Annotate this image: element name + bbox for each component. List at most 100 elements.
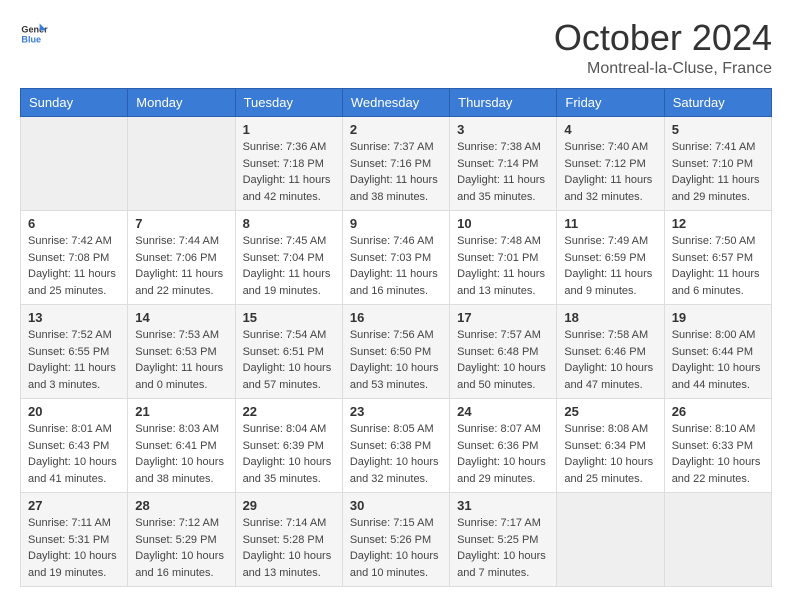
day-number: 26	[672, 404, 764, 419]
calendar-week-row: 13Sunrise: 7:52 AMSunset: 6:55 PMDayligh…	[21, 305, 772, 399]
calendar-day-cell: 11 Sunrise: 7:49 AMSunset: 6:59 PMDayligh…	[557, 211, 664, 305]
day-info: Sunrise: 7:58 AMSunset: 6:46 PMDaylight:…	[564, 327, 656, 393]
day-number: 16	[350, 310, 442, 325]
day-info: Sunrise: 7:46 AMSunset: 7:03 PMDaylight:…	[350, 233, 442, 299]
calendar-day-cell: 28Sunrise: 7:12 AMSunset: 5:29 PMDayligh…	[128, 493, 235, 587]
day-info: Sunrise: 7:54 AMSunset: 6:51 PMDaylight:…	[243, 327, 335, 393]
day-number: 20	[28, 404, 120, 419]
calendar-week-row: 27 Sunrise: 7:11 AMSunset: 5:31 PMDayligh…	[21, 493, 772, 587]
day-number: 21	[135, 404, 227, 419]
day-number: 8	[243, 216, 335, 231]
day-number: 2	[350, 122, 442, 137]
col-wednesday: Wednesday	[342, 89, 449, 117]
calendar-week-row: 1Sunrise: 7:36 AMSunset: 7:18 PMDaylight…	[21, 117, 772, 211]
col-thursday: Thursday	[450, 89, 557, 117]
calendar-day-cell	[21, 117, 128, 211]
day-number: 31	[457, 498, 549, 513]
day-info: Sunrise: 7:57 AMSunset: 6:48 PMDaylight:…	[457, 327, 549, 393]
calendar-day-cell	[664, 493, 771, 587]
day-number: 12	[672, 216, 764, 231]
calendar-day-cell: 8 Sunrise: 7:45 AMSunset: 7:04 PMDaylight…	[235, 211, 342, 305]
day-number: 17	[457, 310, 549, 325]
day-number: 19	[672, 310, 764, 325]
calendar-day-cell	[557, 493, 664, 587]
calendar-day-cell: 31Sunrise: 7:17 AMSunset: 5:25 PMDayligh…	[450, 493, 557, 587]
calendar-day-cell: 29Sunrise: 7:14 AMSunset: 5:28 PMDayligh…	[235, 493, 342, 587]
day-number: 30	[350, 498, 442, 513]
day-info: Sunrise: 7:45 AMSunset: 7:04 PMDaylight:…	[243, 233, 335, 299]
calendar-week-row: 20 Sunrise: 8:01 AMSunset: 6:43 PMDayligh…	[21, 399, 772, 493]
calendar-day-cell: 17 Sunrise: 7:57 AMSunset: 6:48 PMDayligh…	[450, 305, 557, 399]
day-info: Sunrise: 7:44 AMSunset: 7:06 PMDaylight:…	[135, 233, 227, 299]
calendar-day-cell: 3 Sunrise: 7:38 AMSunset: 7:14 PMDaylight…	[450, 117, 557, 211]
logo-icon: General Blue	[20, 20, 48, 48]
day-number: 25	[564, 404, 656, 419]
day-number: 29	[243, 498, 335, 513]
calendar-day-cell: 23 Sunrise: 8:05 AMSunset: 6:38 PMDayligh…	[342, 399, 449, 493]
calendar-day-cell: 12Sunrise: 7:50 AMSunset: 6:57 PMDayligh…	[664, 211, 771, 305]
day-number: 7	[135, 216, 227, 231]
day-info: Sunrise: 7:48 AMSunset: 7:01 PMDaylight:…	[457, 233, 549, 299]
day-info: Sunrise: 7:40 AMSunset: 7:12 PMDaylight:…	[564, 139, 656, 205]
day-number: 11	[564, 216, 656, 231]
day-info: Sunrise: 8:01 AMSunset: 6:43 PMDaylight:…	[28, 421, 120, 487]
day-number: 27	[28, 498, 120, 513]
day-info: Sunrise: 8:08 AMSunset: 6:34 PMDaylight:…	[564, 421, 656, 487]
day-info: Sunrise: 8:10 AMSunset: 6:33 PMDaylight:…	[672, 421, 764, 487]
calendar-day-cell: 16 Sunrise: 7:56 AMSunset: 6:50 PMDayligh…	[342, 305, 449, 399]
day-number: 14	[135, 310, 227, 325]
calendar-day-cell: 26 Sunrise: 8:10 AMSunset: 6:33 PMDayligh…	[664, 399, 771, 493]
col-tuesday: Tuesday	[235, 89, 342, 117]
day-number: 13	[28, 310, 120, 325]
calendar-day-cell: 10 Sunrise: 7:48 AMSunset: 7:01 PMDayligh…	[450, 211, 557, 305]
calendar-day-cell: 4 Sunrise: 7:40 AMSunset: 7:12 PMDaylight…	[557, 117, 664, 211]
location-subtitle: Montreal-la-Cluse, France	[554, 60, 772, 78]
calendar-day-cell: 24Sunrise: 8:07 AMSunset: 6:36 PMDayligh…	[450, 399, 557, 493]
day-number: 23	[350, 404, 442, 419]
day-info: Sunrise: 8:04 AMSunset: 6:39 PMDaylight:…	[243, 421, 335, 487]
title-section: October 2024 Montreal-la-Cluse, France	[554, 20, 772, 78]
calendar-day-cell: 9 Sunrise: 7:46 AMSunset: 7:03 PMDaylight…	[342, 211, 449, 305]
calendar-day-cell: 14Sunrise: 7:53 AMSunset: 6:53 PMDayligh…	[128, 305, 235, 399]
day-number: 18	[564, 310, 656, 325]
day-info: Sunrise: 7:12 AMSunset: 5:29 PMDaylight:…	[135, 515, 227, 581]
day-info: Sunrise: 8:03 AMSunset: 6:41 PMDaylight:…	[135, 421, 227, 487]
page-header: General Blue October 2024 Montreal-la-Cl…	[20, 20, 772, 78]
day-number: 5	[672, 122, 764, 137]
day-number: 1	[243, 122, 335, 137]
day-info: Sunrise: 8:05 AMSunset: 6:38 PMDaylight:…	[350, 421, 442, 487]
day-info: Sunrise: 7:11 AMSunset: 5:31 PMDaylight:…	[28, 515, 120, 581]
col-monday: Monday	[128, 89, 235, 117]
day-info: Sunrise: 7:56 AMSunset: 6:50 PMDaylight:…	[350, 327, 442, 393]
calendar-day-cell: 6 Sunrise: 7:42 AMSunset: 7:08 PMDaylight…	[21, 211, 128, 305]
calendar-table: Sunday Monday Tuesday Wednesday Thursday…	[20, 88, 772, 587]
day-number: 6	[28, 216, 120, 231]
day-info: Sunrise: 7:37 AMSunset: 7:16 PMDaylight:…	[350, 139, 442, 205]
calendar-week-row: 6 Sunrise: 7:42 AMSunset: 7:08 PMDaylight…	[21, 211, 772, 305]
svg-text:Blue: Blue	[21, 34, 41, 44]
calendar-day-cell: 2 Sunrise: 7:37 AMSunset: 7:16 PMDaylight…	[342, 117, 449, 211]
day-number: 3	[457, 122, 549, 137]
calendar-day-cell: 13Sunrise: 7:52 AMSunset: 6:55 PMDayligh…	[21, 305, 128, 399]
day-info: Sunrise: 8:00 AMSunset: 6:44 PMDaylight:…	[672, 327, 764, 393]
calendar-day-cell: 25 Sunrise: 8:08 AMSunset: 6:34 PMDayligh…	[557, 399, 664, 493]
calendar-day-cell: 7 Sunrise: 7:44 AMSunset: 7:06 PMDaylight…	[128, 211, 235, 305]
day-number: 24	[457, 404, 549, 419]
day-info: Sunrise: 7:42 AMSunset: 7:08 PMDaylight:…	[28, 233, 120, 299]
logo: General Blue	[20, 20, 48, 48]
day-info: Sunrise: 7:49 AMSunset: 6:59 PMDaylight:…	[564, 233, 656, 299]
calendar-day-cell: 1Sunrise: 7:36 AMSunset: 7:18 PMDaylight…	[235, 117, 342, 211]
calendar-day-cell: 20 Sunrise: 8:01 AMSunset: 6:43 PMDayligh…	[21, 399, 128, 493]
calendar-day-cell	[128, 117, 235, 211]
month-title: October 2024	[554, 20, 772, 56]
day-number: 22	[243, 404, 335, 419]
day-number: 10	[457, 216, 549, 231]
day-number: 4	[564, 122, 656, 137]
col-saturday: Saturday	[664, 89, 771, 117]
day-number: 15	[243, 310, 335, 325]
calendar-day-cell: 19 Sunrise: 8:00 AMSunset: 6:44 PMDayligh…	[664, 305, 771, 399]
calendar-day-cell: 30Sunrise: 7:15 AMSunset: 5:26 PMDayligh…	[342, 493, 449, 587]
day-info: Sunrise: 7:38 AMSunset: 7:14 PMDaylight:…	[457, 139, 549, 205]
calendar-day-cell: 27 Sunrise: 7:11 AMSunset: 5:31 PMDayligh…	[21, 493, 128, 587]
day-number: 9	[350, 216, 442, 231]
